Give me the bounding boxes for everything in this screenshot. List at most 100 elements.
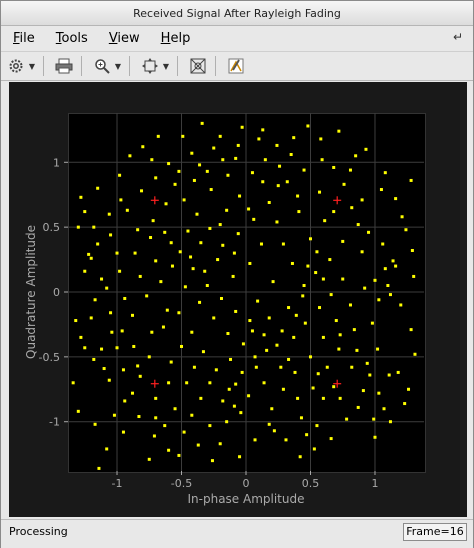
- received-point: [413, 352, 417, 356]
- y-tick-label: -1: [49, 416, 60, 429]
- received-point: [83, 346, 87, 350]
- received-point: [400, 215, 404, 219]
- received-point: [409, 328, 413, 332]
- received-point: [203, 269, 207, 273]
- received-point: [293, 370, 297, 374]
- toolbar-separator: [215, 56, 216, 76]
- received-point: [303, 321, 307, 325]
- received-point: [152, 434, 156, 438]
- y-tick-label: 0: [53, 286, 60, 299]
- menu-file[interactable]: File: [1, 31, 44, 46]
- received-point: [360, 198, 364, 202]
- menu-tools[interactable]: Tools: [44, 31, 97, 46]
- received-point: [370, 321, 374, 325]
- received-point: [280, 329, 284, 333]
- received-point: [368, 373, 372, 377]
- gear-dropdown-icon[interactable]: ▼: [27, 55, 37, 77]
- fit-dropdown-icon[interactable]: ▼: [161, 55, 171, 77]
- received-point: [323, 219, 327, 223]
- received-point: [208, 226, 212, 230]
- received-point: [96, 242, 100, 246]
- received-point: [83, 210, 87, 214]
- received-point: [296, 194, 300, 198]
- received-point: [74, 319, 78, 323]
- received-point: [348, 168, 352, 172]
- received-point: [302, 168, 306, 172]
- received-point: [350, 365, 354, 369]
- received-point: [185, 381, 189, 385]
- received-point: [219, 296, 223, 300]
- received-point: [190, 413, 194, 417]
- received-point: [87, 252, 91, 256]
- data-cursor-icon[interactable]: [187, 55, 209, 77]
- received-point: [79, 335, 83, 339]
- received-point: [407, 387, 411, 391]
- received-point: [315, 250, 319, 254]
- received-point: [262, 333, 266, 337]
- received-point: [147, 355, 151, 359]
- menu-view[interactable]: View: [97, 31, 149, 46]
- received-point: [281, 387, 285, 391]
- received-point: [301, 294, 305, 298]
- received-point: [383, 171, 387, 175]
- received-point: [180, 344, 184, 348]
- fit-to-view-icon[interactable]: [139, 55, 161, 77]
- received-point: [190, 330, 194, 334]
- menu-help[interactable]: Help: [149, 31, 200, 46]
- print-icon[interactable]: [53, 55, 75, 77]
- received-point: [200, 121, 204, 125]
- received-point: [292, 335, 296, 339]
- gear-icon[interactable]: [5, 55, 27, 77]
- received-point: [321, 396, 325, 400]
- received-point: [198, 300, 202, 304]
- received-point: [177, 453, 181, 457]
- received-point: [121, 430, 125, 434]
- received-point: [100, 347, 104, 351]
- received-point: [167, 162, 171, 166]
- received-point: [253, 438, 257, 442]
- received-point: [329, 437, 333, 441]
- x-tick-label: 0: [243, 477, 250, 490]
- received-point: [181, 134, 185, 138]
- received-point: [341, 277, 345, 281]
- received-point: [394, 264, 398, 268]
- received-point: [97, 466, 101, 470]
- received-point: [382, 407, 386, 411]
- received-point: [216, 258, 220, 262]
- zoom-dropdown-icon[interactable]: ▼: [113, 55, 123, 77]
- received-point: [218, 442, 222, 446]
- received-point: [138, 374, 142, 378]
- received-point: [169, 241, 173, 245]
- zoom-in-icon[interactable]: [91, 55, 113, 77]
- received-point: [201, 350, 205, 354]
- received-point: [275, 343, 279, 347]
- received-point: [361, 389, 365, 393]
- received-point: [356, 223, 360, 227]
- dock-arrow-icon[interactable]: ↵: [453, 30, 463, 44]
- received-point: [376, 347, 380, 351]
- received-point: [332, 210, 336, 214]
- toolbar-separator: [129, 56, 130, 76]
- received-point: [169, 360, 173, 364]
- received-point: [377, 298, 381, 302]
- received-point: [305, 433, 309, 437]
- received-point: [275, 143, 279, 147]
- received-point: [192, 178, 196, 182]
- received-point: [354, 154, 358, 158]
- received-point: [265, 348, 269, 352]
- menu-tools-label: ools: [61, 30, 88, 46]
- title-bar[interactable]: Received Signal After Rayleigh Fading: [1, 1, 473, 26]
- received-point: [177, 169, 181, 173]
- received-point: [314, 271, 318, 275]
- scatter-plot[interactable]: -1 -0.5 0 0.5 1 -1 -0.5 0 0.5 1 In-phase Amplitude…: [9, 82, 467, 517]
- received-point: [272, 429, 276, 433]
- edit-icon[interactable]: [225, 55, 247, 77]
- received-point: [329, 293, 333, 297]
- received-point: [120, 329, 124, 333]
- received-point: [149, 236, 153, 240]
- received-point: [379, 188, 383, 192]
- received-point: [292, 136, 296, 140]
- received-point: [182, 430, 186, 434]
- received-point: [356, 405, 360, 409]
- received-point: [221, 158, 225, 162]
